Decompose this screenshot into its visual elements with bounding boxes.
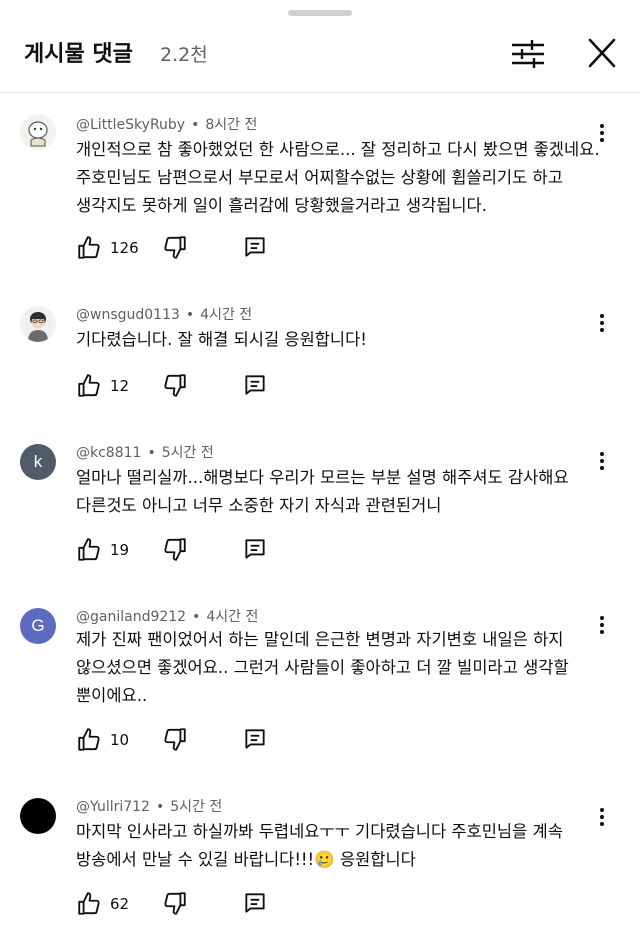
author-name[interactable]: @ganiland9212 (76, 609, 186, 625)
comment-actions: 12 (76, 372, 296, 400)
dislike-button[interactable] (162, 536, 188, 566)
comment-text: 기다렸습니다. 잘 해결 되시길 응원합니다! (76, 330, 367, 349)
comment-actions: 62 (76, 890, 296, 918)
comment-meta: @kc8811 • 5시간 전 (76, 445, 214, 461)
author-name[interactable]: @Yullri712 (76, 799, 150, 815)
tune-icon[interactable] (506, 34, 550, 74)
close-icon[interactable] (582, 34, 622, 74)
reply-icon (245, 237, 265, 257)
comment-meta: @wnsgud0113 • 4시간 전 (76, 307, 253, 323)
avatar[interactable] (20, 114, 56, 150)
dislike-button[interactable] (162, 372, 188, 402)
like-button[interactable]: 10 (76, 726, 129, 754)
like-count: 19 (110, 541, 130, 559)
avatar[interactable]: G (20, 608, 56, 644)
comment-time: 5시간 전 (170, 799, 223, 815)
thumbs-up-icon (78, 374, 100, 397)
comment-meta: @Yullri712 • 5시간 전 (76, 799, 223, 815)
like-button[interactable]: 19 (76, 536, 129, 564)
like-count: 10 (110, 731, 130, 749)
avatar[interactable] (20, 306, 56, 342)
thumbs-down-icon (164, 892, 186, 915)
comment-time: 5시간 전 (161, 445, 214, 461)
avatar[interactable]: k (20, 444, 56, 480)
thumbs-up-icon (78, 236, 100, 259)
comment-item: @Yullri712 • 5시간 전 마지막 인사라고 하실까봐 두렵네요ㅜㅜ 기다… (0, 788, 640, 935)
page-title: 게시물 댓글 (24, 42, 133, 67)
like-button[interactable]: 12 (76, 372, 129, 400)
comment-text: 마지막 인사라고 하실까봐 두렵네요ㅜㅜ 기다렸습니다 주호민님을 계속 방송에… (76, 822, 563, 869)
reply-button[interactable] (242, 726, 268, 756)
avatar[interactable] (20, 798, 56, 834)
thumbs-down-icon (164, 538, 186, 561)
comment-time: 8시간 전 (205, 117, 258, 133)
dislike-button[interactable] (162, 890, 188, 920)
thumbs-down-icon (164, 236, 186, 259)
avatar-letter: k (33, 452, 43, 471)
thumbs-down-icon (164, 728, 186, 751)
dislike-button[interactable] (162, 726, 188, 756)
like-button[interactable]: 126 (76, 234, 139, 262)
comment-item: @wnsgud0113 • 4시간 전 기다렸습니다. 잘 해결 되시길 응원합니다… (0, 290, 640, 400)
comment-meta: @ganiland9212 • 4시간 전 (76, 609, 259, 625)
comment-item: @LittleSkyRuby • 8시간 전 개인적으로 참 좋아했었던 한 사람으… (0, 100, 640, 270)
thumbs-up-icon (78, 728, 100, 751)
reply-icon (245, 729, 265, 749)
comments-header: 게시물 댓글 2.2천 (0, 0, 640, 93)
comment-actions: 19 (76, 536, 296, 564)
reply-icon (245, 375, 265, 395)
comment-count: 2.2천 (160, 44, 208, 66)
reply-button[interactable] (242, 890, 268, 920)
like-count: 62 (110, 895, 130, 913)
comment-text: 얼마나 떨리실까...해명보다 우리가 모르는 부분 설명 해주셔도 감사해요 … (76, 468, 569, 515)
like-count: 126 (110, 239, 139, 257)
reply-button[interactable] (242, 372, 268, 402)
reply-icon (245, 539, 265, 559)
comment-time: 4시간 전 (200, 307, 253, 323)
comment-text: 개인적으로 참 좋아했었던 한 사람으로... 잘 정리하고 다시 봤으면 좋겠… (76, 140, 600, 215)
author-name[interactable]: @LittleSkyRuby (76, 117, 185, 133)
reply-icon (245, 893, 265, 913)
avatar-letter: G (31, 616, 45, 635)
thumbs-up-icon (78, 892, 100, 915)
like-button[interactable]: 62 (76, 890, 129, 918)
thumbs-up-icon (78, 538, 100, 561)
comment-text: 제가 진짜 팬이었어서 하는 말인데 은근한 변명과 자기변호 내일은 하지 않… (76, 630, 569, 705)
author-name[interactable]: @wnsgud0113 (76, 307, 180, 323)
thumbs-down-icon (164, 374, 186, 397)
comment-meta: @LittleSkyRuby • 8시간 전 (76, 117, 258, 133)
comment-actions: 126 (76, 234, 296, 262)
like-count: 12 (110, 377, 130, 395)
comment-actions: 10 (76, 726, 296, 754)
comment-time: 4시간 전 (206, 609, 259, 625)
reply-button[interactable] (242, 234, 268, 264)
author-name[interactable]: @kc8811 (76, 445, 141, 461)
comment-item: G @ganiland9212 • 4시간 전 제가 진짜 팬이었어서 하는 말인데… (0, 594, 640, 764)
reply-button[interactable] (242, 536, 268, 566)
comment-item: k @kc8811 • 5시간 전 얼마나 떨리실까...해명보다 우리가 모르는 … (0, 430, 640, 570)
dislike-button[interactable] (162, 234, 188, 264)
